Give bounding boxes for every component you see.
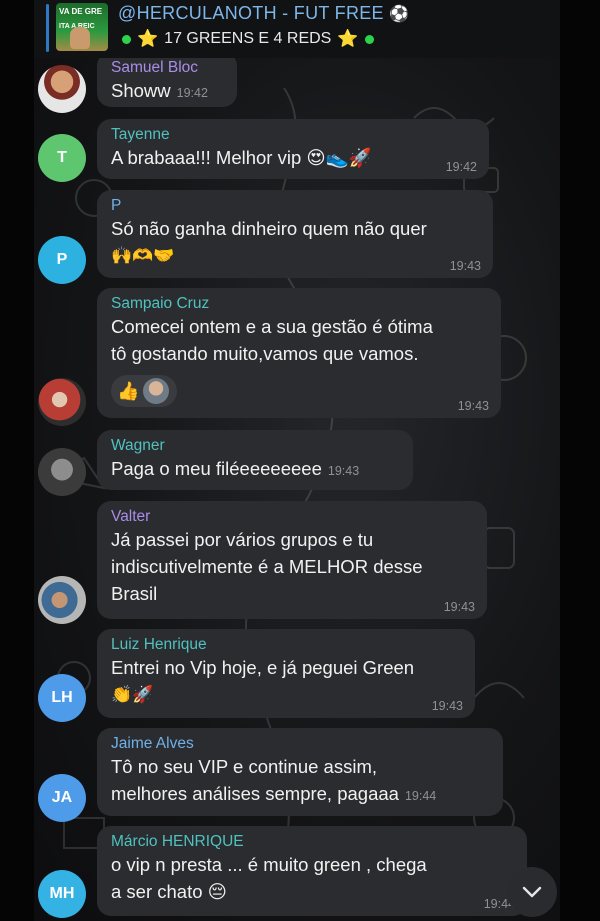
chevron-down-icon	[522, 886, 542, 898]
sender-avatar[interactable]: MH	[38, 870, 86, 918]
channel-avatar-face	[70, 27, 90, 49]
message-text: Só não ganha dinheiro quem não quer	[111, 218, 427, 239]
channel-subtitle: ⭐ 17 GREENS E 4 REDS ⭐	[122, 29, 374, 49]
message-bubble[interactable]: P Só não ganha dinheiro quem não quer 🙌🫶…	[97, 190, 493, 278]
message-bubble[interactable]: Tayenne A brabaaa!!! Melhor vip 😍👟🚀 19:4…	[97, 119, 489, 179]
sender-name[interactable]: Luiz Henrique	[111, 635, 461, 654]
reactor-avatar	[143, 378, 170, 404]
message-bubble[interactable]: Jaime Alves Tô no seu VIP e continue ass…	[97, 728, 503, 816]
pinned-indicator	[46, 4, 49, 52]
message-time: 19:42	[445, 160, 477, 174]
message-text: o vip n presta ... é muito green , chega	[111, 854, 427, 875]
message-text: Já passei por vários grupos e tu	[111, 529, 374, 550]
message-time: 19:43	[327, 464, 360, 478]
message-time: 19:43	[431, 699, 463, 713]
scroll-to-bottom-button[interactable]	[507, 867, 557, 917]
soccer-ball-icon: ⚽	[389, 6, 410, 23]
sender-name[interactable]: Samuel Bloc	[111, 58, 223, 77]
message-bubble[interactable]: Márcio HENRIQUE o vip n presta ... é mui…	[97, 826, 527, 916]
green-dot-icon	[364, 34, 374, 44]
sender-name[interactable]: P	[111, 196, 479, 215]
star-icon: ⭐	[337, 29, 359, 48]
message-text: Brasil	[111, 583, 158, 604]
left-frame	[0, 0, 34, 921]
message-text: Showw 19:42	[111, 80, 208, 101]
reaction-chip[interactable]: 👍	[111, 375, 178, 407]
green-dot-icon	[122, 34, 131, 44]
message-bubble[interactable]: Samuel Bloc Showw 19:42	[97, 58, 237, 107]
sender-avatar[interactable]	[38, 65, 86, 113]
sender-avatar[interactable]: JA	[38, 774, 86, 822]
message-bubble[interactable]: Sampaio Cruz Comecei ontem e a sua gestã…	[97, 288, 501, 418]
message-time: 19:43	[443, 600, 475, 614]
message-bubble[interactable]: Luiz Henrique Entrei no Vip hoje, e já p…	[97, 629, 475, 718]
sender-name[interactable]: Márcio HENRIQUE	[111, 832, 513, 851]
right-frame	[560, 0, 600, 921]
sender-name[interactable]: Jaime Alves	[111, 734, 489, 753]
sender-avatar[interactable]: P	[38, 236, 86, 284]
message-text: melhores análises sempre, pagaaa 19:44	[111, 783, 437, 804]
sender-name[interactable]: Wagner	[111, 436, 399, 455]
sender-avatar[interactable]	[38, 448, 86, 496]
message-text: a ser chato 😔	[111, 881, 227, 902]
sender-name[interactable]: Sampaio Cruz	[111, 294, 487, 313]
chat-area[interactable]: Samuel Bloc Showw 19:42 T Tayenne A braba…	[34, 58, 560, 921]
message-emoji: 🙌🫶🤝	[111, 246, 175, 265]
message-text: tô gostando muito,vamos que vamos.	[111, 343, 419, 364]
message-text: Entrei no Vip hoje, e já peguei Green	[111, 657, 415, 678]
channel-subtitle-text: 17 GREENS E 4 REDS	[164, 30, 332, 47]
channel-avatar-text: VA DE GRE	[59, 7, 103, 16]
thumbs-up-icon: 👍	[117, 380, 140, 401]
channel-title[interactable]: @HERCULANOTH - FUT FREE ⚽	[118, 3, 409, 24]
message-bubble[interactable]: Wagner Paga o meu filéeeeeeeee 19:43	[97, 430, 413, 490]
message-bubble[interactable]: Valter Já passei por vários grupos e tu …	[97, 501, 487, 619]
channel-title-text: @HERCULANOTH - FUT FREE	[118, 3, 384, 23]
message-text: A brabaaa!!! Melhor vip 😍👟🚀	[111, 147, 372, 168]
message-time: 19:42	[176, 86, 208, 100]
message-time: 19:44	[404, 789, 437, 803]
chat-header[interactable]: VA DE GRE ITA A REIC @HERCULANOTH - FUT …	[34, 0, 560, 58]
message-emoji: 👏🚀	[111, 685, 154, 704]
message-text: Paga o meu filéeeeeeeee 19:43	[111, 458, 360, 479]
sender-avatar[interactable]: LH	[38, 674, 86, 722]
sender-name[interactable]: Tayenne	[111, 125, 475, 144]
sender-avatar[interactable]	[38, 576, 86, 624]
star-icon: ⭐	[137, 29, 159, 48]
message-text: Comecei ontem e a sua gestão é ótima	[111, 316, 433, 337]
message-text: indiscutivelmente é a MELHOR desse	[111, 556, 423, 577]
sender-name[interactable]: Valter	[111, 507, 473, 526]
message-time: 19:43	[449, 259, 481, 273]
sender-avatar[interactable]: T	[38, 134, 86, 182]
channel-avatar[interactable]: VA DE GRE ITA A REIC	[56, 3, 108, 51]
sender-avatar[interactable]	[38, 378, 86, 426]
message-text: Tô no seu VIP e continue assim,	[111, 756, 378, 777]
message-time: 19:43	[457, 399, 489, 413]
